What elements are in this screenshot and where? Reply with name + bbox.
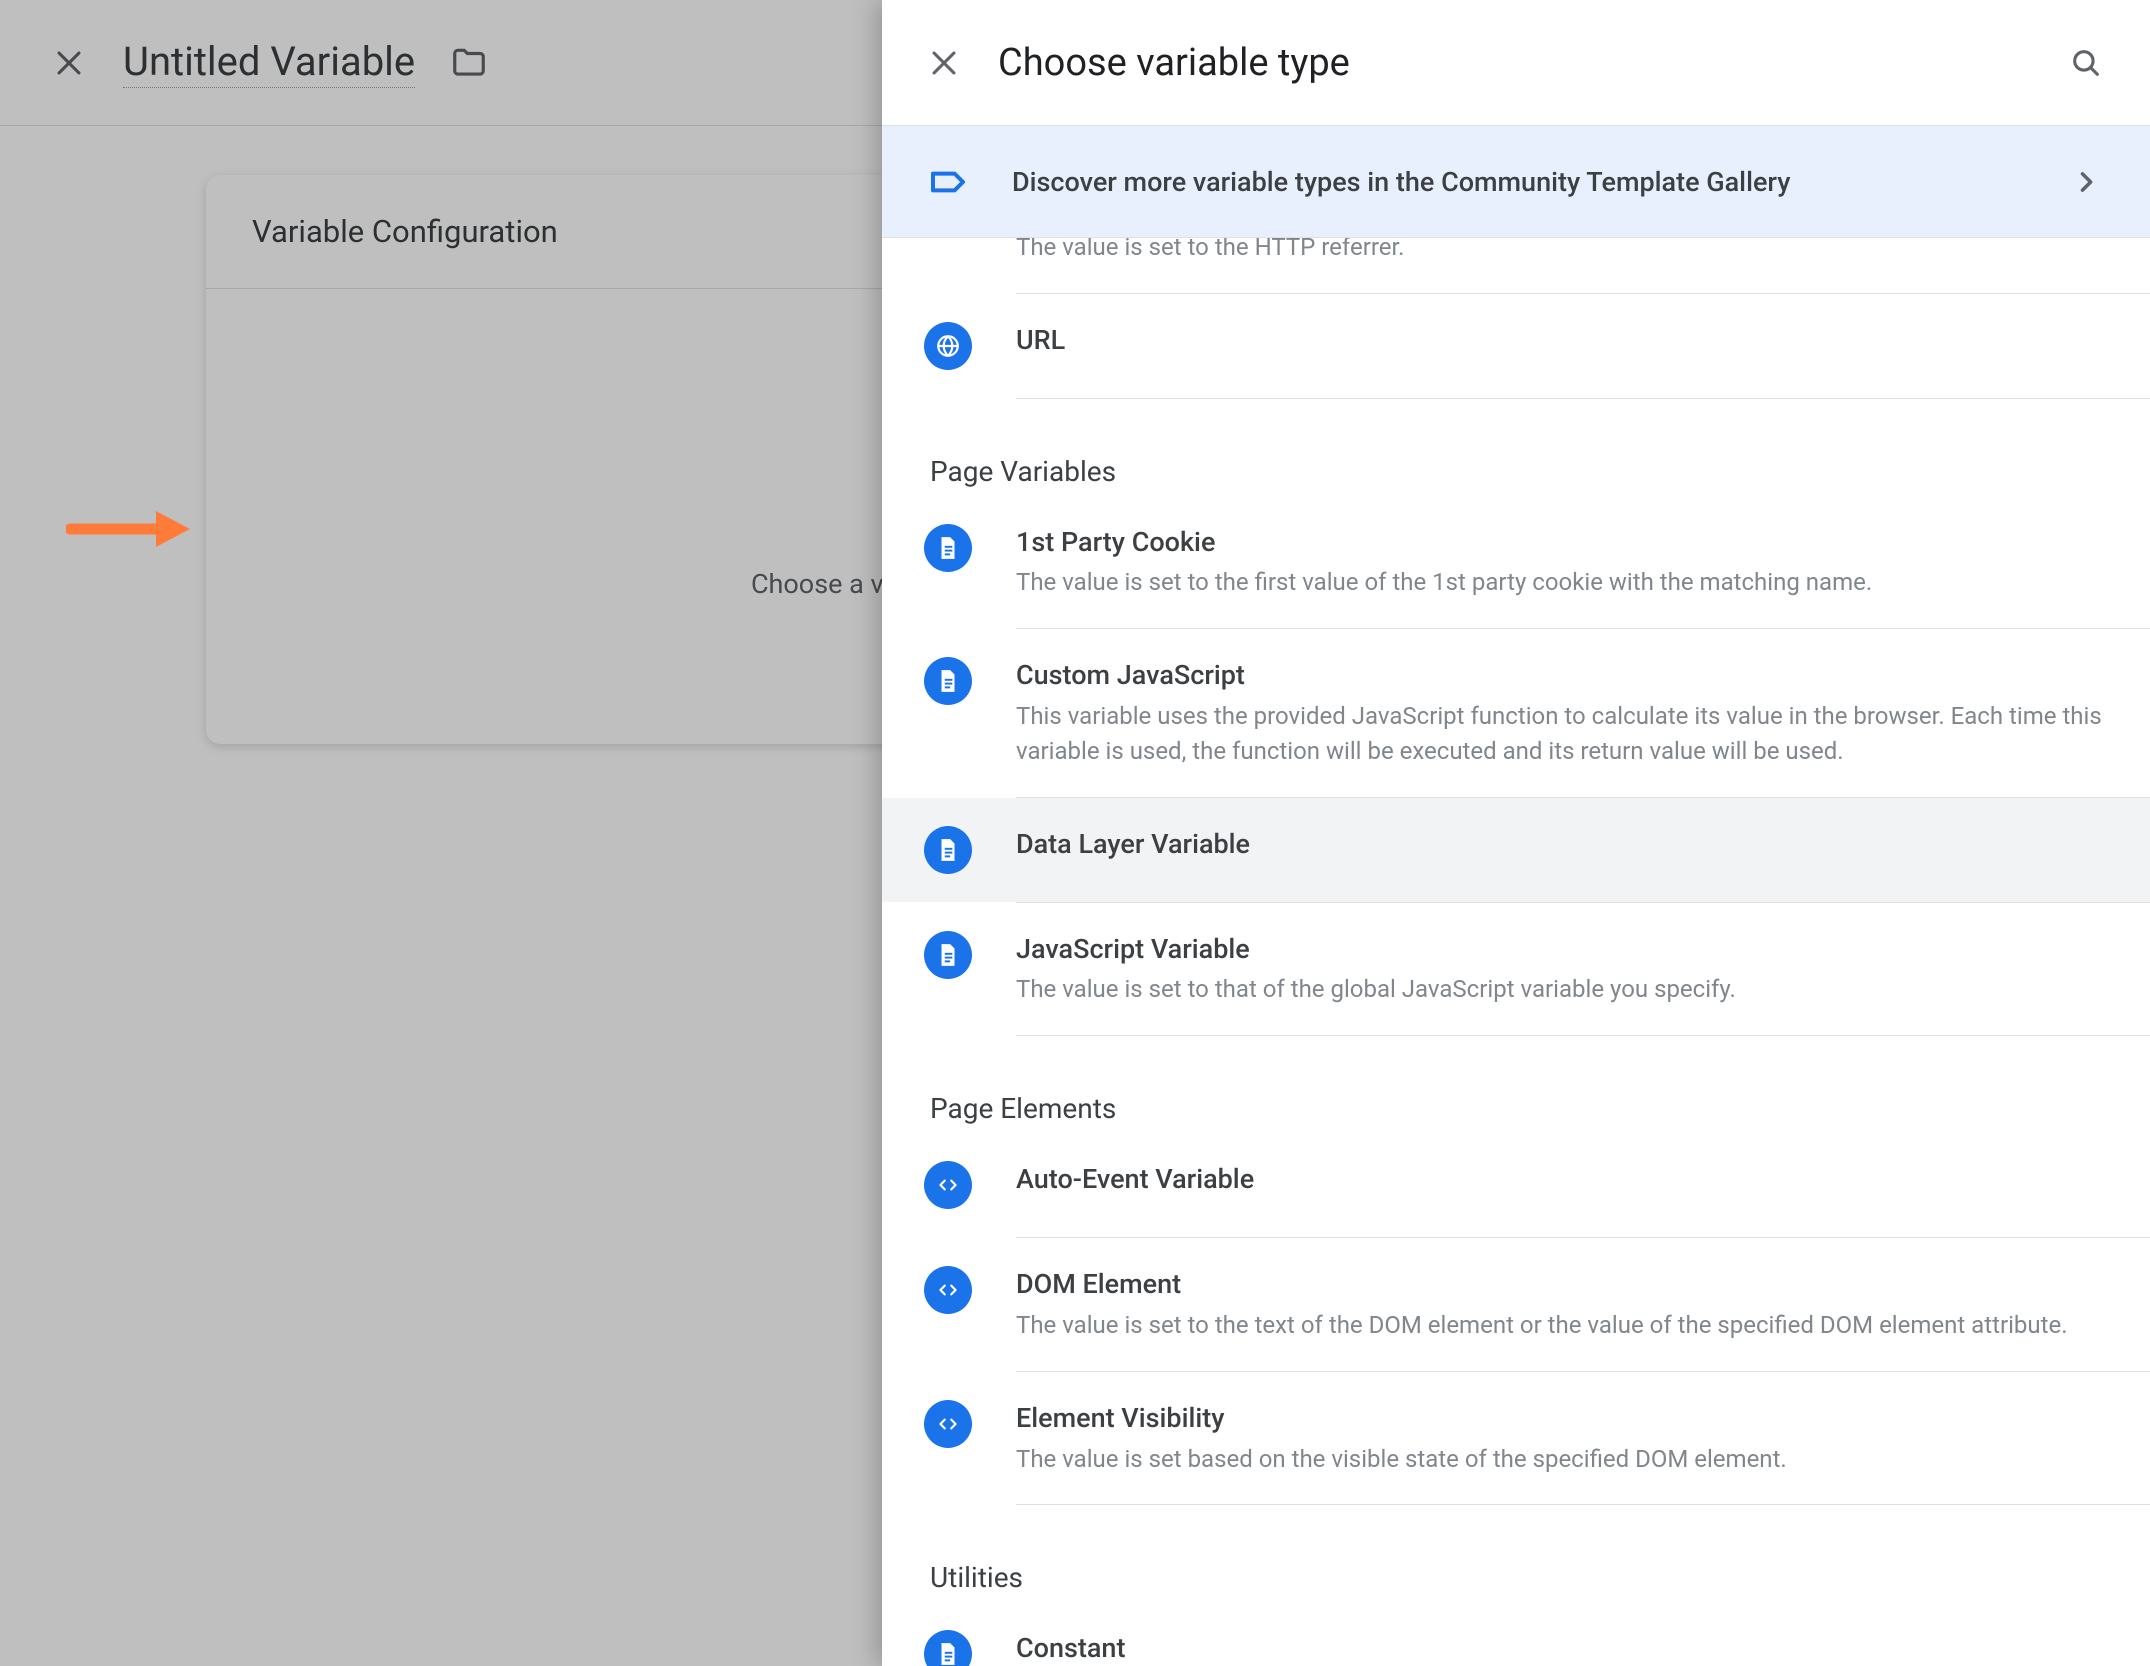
page-icon: [935, 942, 961, 968]
page-icon-wrap: [924, 657, 972, 705]
code-icon: [935, 1411, 961, 1437]
row-title: DOM Element: [1016, 1266, 2110, 1304]
row-desc: The value is set based on the visible st…: [1016, 1442, 2110, 1477]
variable-type-custom-javascript[interactable]: Custom JavaScript This variable uses the …: [882, 629, 2150, 796]
row-title: Custom JavaScript: [1016, 657, 2110, 695]
row-title: Element Visibility: [1016, 1400, 2110, 1438]
code-icon: [935, 1172, 961, 1198]
row-title: URL: [1016, 322, 2110, 360]
row-desc: The value is set to the HTTP referrer.: [1016, 238, 2110, 265]
globe-icon: [935, 333, 961, 359]
variable-type-url[interactable]: URL: [882, 294, 2150, 398]
row-desc: The value is set to that of the global J…: [1016, 972, 2110, 1007]
banner-text: Discover more variable types in the Comm…: [1012, 166, 2072, 198]
page-icon-wrap: [924, 524, 972, 572]
community-gallery-banner[interactable]: Discover more variable types in the Comm…: [882, 126, 2150, 238]
page-icon: [935, 837, 961, 863]
section-title-page-variables: Page Variables: [882, 399, 2150, 488]
code-icon: [935, 1277, 961, 1303]
chevron-right-icon: [2072, 168, 2100, 196]
close-editor-button[interactable]: [45, 39, 93, 87]
tag-icon: [924, 158, 972, 206]
variable-type-list[interactable]: HTTP ReferrerThe value is set to the HTT…: [882, 238, 2150, 1666]
page-icon-wrap: [924, 826, 972, 874]
close-icon: [52, 46, 86, 80]
page-icon: [935, 668, 961, 694]
row-desc: The value is set to the first value of t…: [1016, 565, 2110, 600]
section-title-utilities: Utilities: [882, 1505, 2150, 1594]
panel-title: Choose variable type: [998, 41, 2032, 85]
variable-type-javascript-variable[interactable]: JavaScript VariableThe value is set to t…: [882, 903, 2150, 1036]
page-icon-wrap: [924, 1630, 972, 1666]
globe-icon-wrap: [924, 322, 972, 370]
code-icon-wrap: [924, 1161, 972, 1209]
close-icon: [927, 46, 961, 80]
row-title: 1st Party Cookie: [1016, 524, 2110, 562]
close-panel-button[interactable]: [920, 39, 968, 87]
variable-type-http-referrer[interactable]: HTTP ReferrerThe value is set to the HTT…: [882, 238, 2150, 293]
search-icon: [2069, 46, 2103, 80]
search-button[interactable]: [2062, 39, 2110, 87]
page-icon-wrap: [924, 931, 972, 979]
variable-name-input[interactable]: Untitled Variable: [123, 38, 415, 88]
variable-type-constant[interactable]: Constant: [882, 1602, 2150, 1666]
page-icon: [935, 535, 961, 561]
row-title: Constant: [1016, 1630, 2110, 1666]
row-title: Auto-Event Variable: [1016, 1161, 2110, 1199]
row-desc: The value is set to the text of the DOM …: [1016, 1308, 2110, 1343]
section-title-page-elements: Page Elements: [882, 1036, 2150, 1125]
code-icon-wrap: [924, 1400, 972, 1448]
pointer-arrow-icon: [66, 507, 190, 551]
variable-type-1st-party-cookie[interactable]: 1st Party CookieThe value is set to the …: [882, 496, 2150, 629]
page-icon: [935, 1641, 961, 1666]
variable-type-element-visibility[interactable]: Element Visibility The value is set based…: [882, 1372, 2150, 1505]
folder-button[interactable]: [445, 39, 493, 87]
variable-type-dom-element[interactable]: DOM Element The value is set to the text …: [882, 1238, 2150, 1371]
variable-type-auto-event-variable[interactable]: Auto-Event Variable: [882, 1133, 2150, 1237]
variable-type-panel: Choose variable type Discover more varia…: [882, 0, 2150, 1666]
row-title: JavaScript Variable: [1016, 931, 2110, 969]
folder-icon: [450, 44, 488, 82]
variable-type-data-layer-variable[interactable]: Data Layer Variable: [882, 798, 2150, 902]
row-desc: This variable uses the provided JavaScri…: [1016, 699, 2110, 769]
panel-header: Choose variable type: [882, 0, 2150, 126]
code-icon-wrap: [924, 1266, 972, 1314]
row-title: Data Layer Variable: [1016, 826, 2110, 864]
